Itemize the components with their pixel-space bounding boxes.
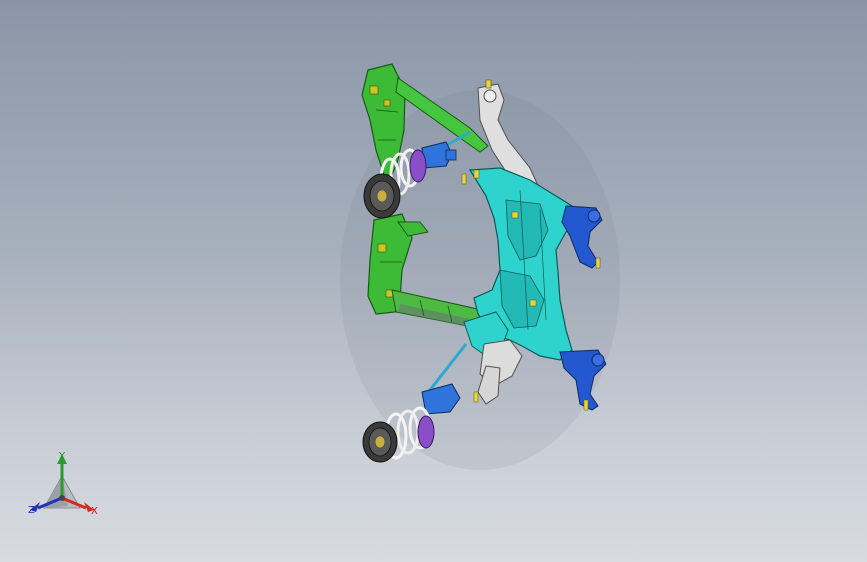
y-axis-label: Y	[59, 451, 66, 462]
x-axis-label: X	[91, 506, 98, 517]
z-axis-label: Z	[28, 505, 35, 516]
axis-triad: Y X Z	[22, 446, 106, 530]
graphics-viewport[interactable]: Y X Z	[0, 0, 867, 562]
upper-hub-bearing	[363, 173, 401, 219]
lower-hub-bearing	[362, 421, 398, 463]
suspension-assembly-model[interactable]	[0, 0, 867, 562]
